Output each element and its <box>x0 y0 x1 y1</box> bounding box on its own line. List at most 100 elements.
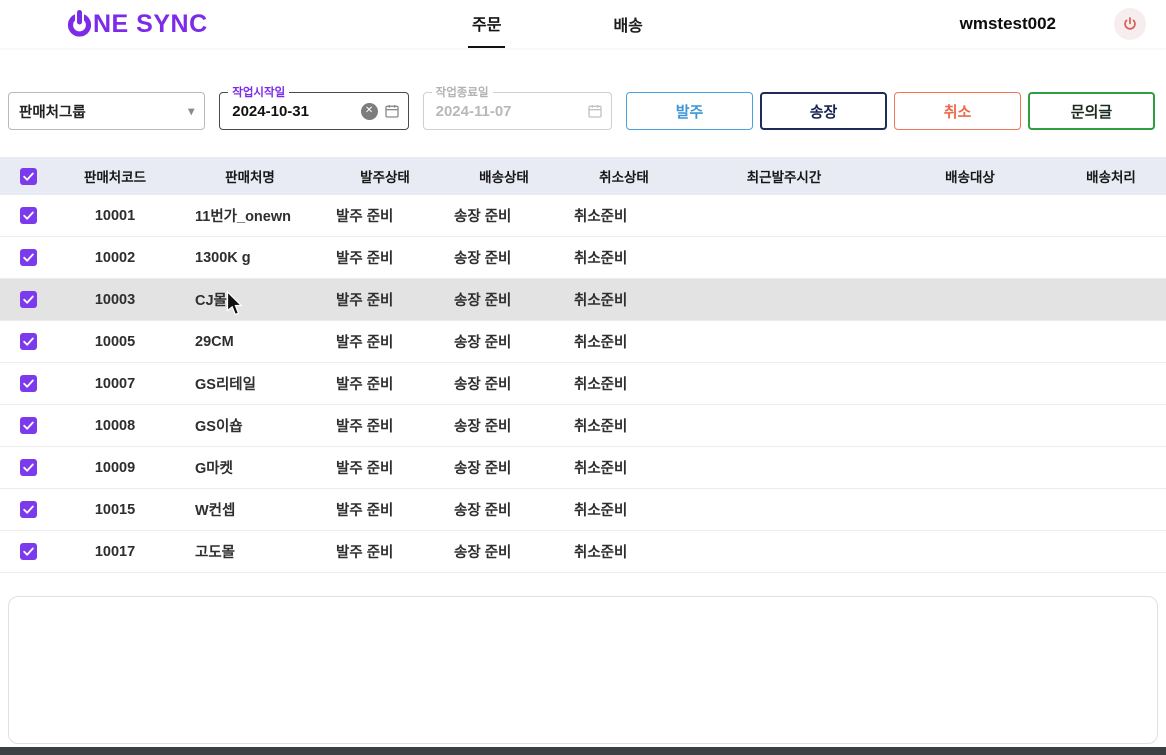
cancel-button[interactable]: 취소 <box>894 92 1021 130</box>
table-row[interactable]: 10007 GS리테일 발주 준비 송장 준비 취소준비 <box>0 363 1166 405</box>
order-status: 발주 준비 <box>336 377 394 393</box>
cancel-status: 취소준비 <box>574 293 628 309</box>
filter-bar: 판매처그룹 ▾ 작업시작일 2024-10-31 ✕ 작업종료일 2024-11… <box>0 84 1166 130</box>
calendar-icon[interactable] <box>587 103 603 119</box>
logout-power-button[interactable] <box>1114 8 1146 40</box>
cancel-status: 취소준비 <box>574 377 628 393</box>
table-row[interactable]: 10015 W컨셉 발주 준비 송장 준비 취소준비 <box>0 489 1166 531</box>
ship-status: 송장 준비 <box>454 377 512 393</box>
end-date-label: 작업종료일 <box>431 84 493 100</box>
app-header: NE SYNC 주문 배송 wmstest002 <box>0 0 1166 48</box>
seller-name: 29CM <box>195 333 234 350</box>
invoice-button[interactable]: 송장 <box>760 92 887 130</box>
table-row[interactable]: 10017 고도몰 발주 준비 송장 준비 취소준비 <box>0 531 1166 573</box>
ship-status: 송장 준비 <box>454 251 512 267</box>
seller-group-select[interactable]: 판매처그룹 ▾ <box>8 92 206 130</box>
select-all-cell <box>0 167 56 185</box>
seller-name: 1300K g <box>195 249 251 266</box>
seller-name: GS리테일 <box>195 377 256 393</box>
seller-code: 10002 <box>94 249 136 266</box>
tab-orders[interactable]: 주문 <box>468 0 506 48</box>
col-header-seller-code: 판매처코드 <box>83 170 147 185</box>
row-checkbox-cell <box>0 501 56 518</box>
cancel-status: 취소준비 <box>574 335 628 351</box>
row-checkbox[interactable] <box>19 459 37 476</box>
seller-name: GS이숍 <box>195 419 243 435</box>
cancel-status: 취소준비 <box>574 545 628 561</box>
cancel-status: 취소준비 <box>574 251 628 267</box>
order-status: 발주 준비 <box>336 545 394 561</box>
table-row[interactable]: 10003 CJ몰 발주 준비 송장 준비 취소준비 <box>0 279 1166 321</box>
end-date-value: 2024-11-07 <box>435 102 512 120</box>
order-status: 발주 준비 <box>336 293 394 309</box>
order-status: 발주 준비 <box>336 209 394 225</box>
ship-status: 송장 준비 <box>454 503 512 519</box>
col-header-order-status: 발주상태 <box>360 170 410 185</box>
order-button[interactable]: 발주 <box>626 92 753 130</box>
tab-shipping[interactable]: 배송 <box>609 0 646 48</box>
seller-name: CJ몰 <box>195 293 227 309</box>
seller-code: 10015 <box>94 501 136 518</box>
row-checkbox-cell <box>0 417 56 434</box>
row-checkbox-cell <box>0 207 56 224</box>
calendar-icon[interactable] <box>384 103 400 119</box>
table-row[interactable]: 10001 11번가_onewn 발주 준비 송장 준비 취소준비 <box>0 195 1166 237</box>
seller-code: 10009 <box>94 459 136 476</box>
col-header-seller-name: 판매처명 <box>225 170 275 185</box>
row-checkbox-cell <box>0 291 56 308</box>
row-checkbox[interactable] <box>19 249 37 266</box>
table-body: 10001 11번가_onewn 발주 준비 송장 준비 취소준비 10002 … <box>0 195 1166 573</box>
seller-code: 10005 <box>94 333 136 350</box>
ship-status: 송장 준비 <box>454 209 512 225</box>
action-buttons: 발주 송장 취소 문의글 <box>626 92 1158 130</box>
logo-power-o-icon <box>66 10 93 38</box>
col-header-cancel-status: 취소상태 <box>599 170 649 185</box>
order-status: 발주 준비 <box>336 503 394 519</box>
order-status: 발주 준비 <box>336 461 394 477</box>
table-row[interactable]: 10009 G마켓 발주 준비 송장 준비 취소준비 <box>0 447 1166 489</box>
ship-status: 송장 준비 <box>454 545 512 561</box>
col-header-ship-status: 배송상태 <box>479 170 529 185</box>
col-header-ship-process: 배송처리 <box>1086 170 1136 185</box>
ship-status: 송장 준비 <box>454 461 512 477</box>
row-checkbox[interactable] <box>19 417 37 434</box>
end-date-field[interactable]: 작업종료일 2024-11-07 <box>422 84 612 130</box>
seller-group-value: 판매처그룹 <box>19 104 86 121</box>
cancel-status: 취소준비 <box>574 503 628 519</box>
seller-name: 고도몰 <box>195 545 236 561</box>
col-header-ship-target: 배송대상 <box>945 170 995 185</box>
row-checkbox[interactable] <box>19 543 37 560</box>
start-date-value: 2024-10-31 <box>232 102 309 120</box>
seller-code: 10003 <box>94 291 136 308</box>
cancel-status: 취소준비 <box>574 461 628 477</box>
row-checkbox[interactable] <box>19 291 37 308</box>
seller-code: 10008 <box>94 417 136 434</box>
sellers-table: 판매처코드 판매처명 발주상태 배송상태 취소상태 최근발주시간 배송대상 배송… <box>0 157 1166 573</box>
power-icon <box>1122 16 1138 32</box>
inquiry-button[interactable]: 문의글 <box>1028 92 1155 130</box>
header-right: wmstest002 <box>960 8 1152 40</box>
detail-panel <box>8 596 1158 744</box>
table-row[interactable]: 10002 1300K g 발주 준비 송장 준비 취소준비 <box>0 237 1166 279</box>
start-date-label: 작업시작일 <box>228 84 290 100</box>
row-checkbox[interactable] <box>19 375 37 392</box>
seller-code: 10017 <box>94 543 136 560</box>
clear-date-icon[interactable]: ✕ <box>360 102 378 120</box>
order-status: 발주 준비 <box>336 419 394 435</box>
seller-name: 11번가_onewn <box>195 209 291 225</box>
seller-name: W컨셉 <box>195 503 236 519</box>
row-checkbox-cell <box>0 333 56 350</box>
bottom-bar <box>0 747 1166 755</box>
row-checkbox-cell <box>0 375 56 392</box>
table-row[interactable]: 10005 29CM 발주 준비 송장 준비 취소준비 <box>0 321 1166 363</box>
table-row[interactable]: 10008 GS이숍 발주 준비 송장 준비 취소준비 <box>0 405 1166 447</box>
row-checkbox[interactable] <box>19 207 37 224</box>
row-checkbox[interactable] <box>19 501 37 518</box>
table-header-row: 판매처코드 판매처명 발주상태 배송상태 취소상태 최근발주시간 배송대상 배송… <box>0 157 1166 195</box>
seller-code: 10007 <box>94 375 136 392</box>
ship-status: 송장 준비 <box>454 335 512 351</box>
logo-text: NE SYNC <box>93 9 208 38</box>
start-date-field[interactable]: 작업시작일 2024-10-31 ✕ <box>219 84 409 130</box>
row-checkbox[interactable] <box>19 333 37 350</box>
select-all-checkbox[interactable] <box>19 167 37 185</box>
